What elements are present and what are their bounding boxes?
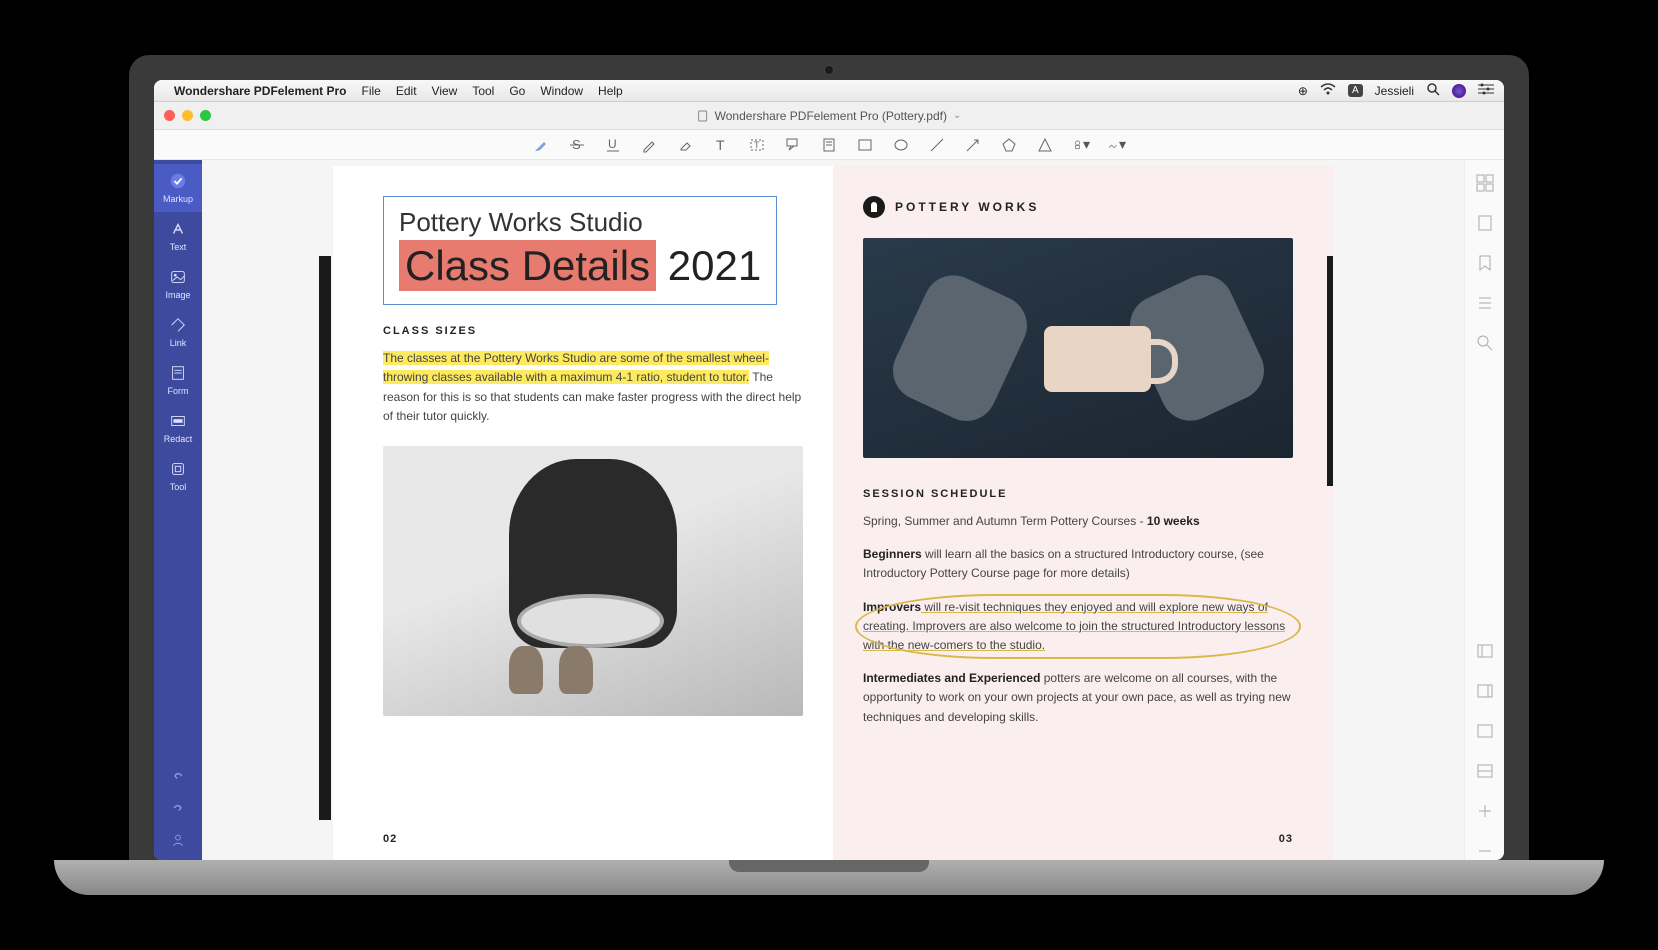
highlighted-text: The classes at the Pottery Works Studio … [383,351,769,384]
strikethrough-tool[interactable]: S [568,136,586,154]
session-intro: Spring, Summer and Autumn Term Pottery C… [863,512,1293,531]
search-icon[interactable] [1476,334,1494,352]
eraser-tool[interactable] [676,136,694,154]
sidebar-label: Redact [164,434,193,444]
sidebar-label: Tool [170,482,187,492]
pottery-making-photo [383,446,803,716]
beginners-paragraph: Beginners will learn all the basics on a… [863,545,1293,583]
oval-tool[interactable] [892,136,910,154]
title-selection-box[interactable]: Pottery Works Studio Class Details 2021 [383,196,777,305]
rectangle-tool[interactable] [856,136,874,154]
decor-strip [1327,256,1333,486]
language-badge[interactable]: A [1348,84,1363,97]
line-tool[interactable] [928,136,946,154]
decor-strip [319,256,331,820]
class-sizes-heading: CLASS SIZES [383,325,803,337]
underline-tool[interactable]: U [604,136,622,154]
sidebar-label: Link [170,338,187,348]
doc-title-highlighted: Class Details [399,240,656,291]
sidebar-item-markup[interactable]: Markup [154,164,202,212]
doc-subtitle: Pottery Works Studio [399,207,761,238]
wifi-icon[interactable] [1320,83,1336,98]
app-name[interactable]: Wondershare PDFelement Pro [174,84,347,98]
polygon-tool[interactable] [1000,136,1018,154]
brand-header: POTTERY WORKS [863,196,1293,218]
airdrop-icon[interactable]: ⊕ [1298,84,1308,98]
document-canvas[interactable]: Pottery Works Studio Class Details 2021 … [202,160,1464,860]
window-minimize-button[interactable] [182,110,193,121]
menu-window[interactable]: Window [540,84,583,98]
window-close-button[interactable] [164,110,175,121]
menu-help[interactable]: Help [598,84,623,98]
macos-menubar: Wondershare PDFelement Pro File Edit Vie… [154,80,1504,102]
session-heading: SESSION SCHEDULE [863,488,1293,500]
siri-icon[interactable] [1452,84,1466,98]
sidebar-item-link[interactable]: Link [154,308,202,356]
panel-icon-3[interactable] [1476,722,1494,740]
stamp-tool[interactable]: ▾ [1072,136,1090,154]
spotlight-icon[interactable] [1426,82,1440,99]
panel-sidebar [1464,160,1504,860]
sidebar-label: Form [168,386,189,396]
laptop-base [54,860,1604,895]
annotation-toolbar: S U T T ▾ ▾ [154,130,1504,160]
undo-icon[interactable] [170,768,186,786]
window-titlebar: Wondershare PDFelement Pro (Pottery.pdf)… [154,102,1504,130]
page-number-left: 02 [383,833,397,845]
menu-tool[interactable]: Tool [472,84,494,98]
sidebar-item-image[interactable]: Image [154,260,202,308]
text-tool[interactable]: T [712,136,730,154]
zoom-out-icon[interactable] [1476,842,1494,860]
text-box-tool[interactable]: T [748,136,766,154]
control-center-icon[interactable] [1478,83,1494,98]
sidebar-label: Markup [163,194,193,204]
sidebar-item-tool[interactable]: Tool [154,452,202,500]
arrow-tool[interactable] [964,136,982,154]
panel-icon-1[interactable] [1476,642,1494,660]
panel-icon-4[interactable] [1476,762,1494,780]
doc-icon [697,110,709,122]
sidebar-item-text[interactable]: Text [154,212,202,260]
improvers-paragraph-circled: Improvers will re-visit techniques they … [863,598,1293,656]
svg-text:T: T [716,137,725,153]
window-zoom-button[interactable] [200,110,211,121]
menu-go[interactable]: Go [509,84,525,98]
user-name[interactable]: Jessieli [1375,84,1414,98]
menu-view[interactable]: View [432,84,458,98]
brand-name: POTTERY WORKS [895,200,1039,214]
svg-text:U: U [608,137,617,151]
note-tool[interactable] [820,136,838,154]
zoom-in-icon[interactable] [1476,802,1494,820]
menu-edit[interactable]: Edit [396,84,417,98]
menu-file[interactable]: File [362,84,381,98]
window-title-text: Wondershare PDFelement Pro (Pottery.pdf) [715,109,947,123]
class-sizes-paragraph: The classes at the Pottery Works Studio … [383,349,803,426]
grid-view-icon[interactable] [1476,174,1494,192]
sidebar-label: Text [170,242,187,252]
panel-icon-2[interactable] [1476,682,1494,700]
callout-tool[interactable] [784,136,802,154]
signature-tool[interactable]: ▾ [1108,136,1126,154]
outline-icon[interactable] [1476,294,1494,312]
mode-sidebar: Markup Text Image Link Form [154,160,202,860]
measure-tool[interactable] [1036,136,1054,154]
intermediates-paragraph: Intermediates and Experienced potters ar… [863,669,1293,727]
bookmark-icon[interactable] [1476,254,1494,272]
page-icon[interactable] [1476,214,1494,232]
sidebar-label: Image [165,290,190,300]
brand-logo-icon [863,196,885,218]
svg-text:T: T [754,140,760,150]
highlight-tool[interactable] [532,136,550,154]
sidebar-item-redact[interactable]: Redact [154,404,202,452]
user-icon[interactable] [170,832,186,850]
page-number-right: 03 [1279,833,1293,845]
camera-dot [824,65,834,75]
pencil-tool[interactable] [640,136,658,154]
pottery-cup-photo [863,238,1293,458]
doc-title-year: 2021 [668,242,761,289]
chevron-down-icon[interactable]: ⌄ [953,110,961,121]
document-page: Pottery Works Studio Class Details 2021 … [333,166,1333,860]
redo-icon[interactable] [170,800,186,818]
sidebar-item-form[interactable]: Form [154,356,202,404]
